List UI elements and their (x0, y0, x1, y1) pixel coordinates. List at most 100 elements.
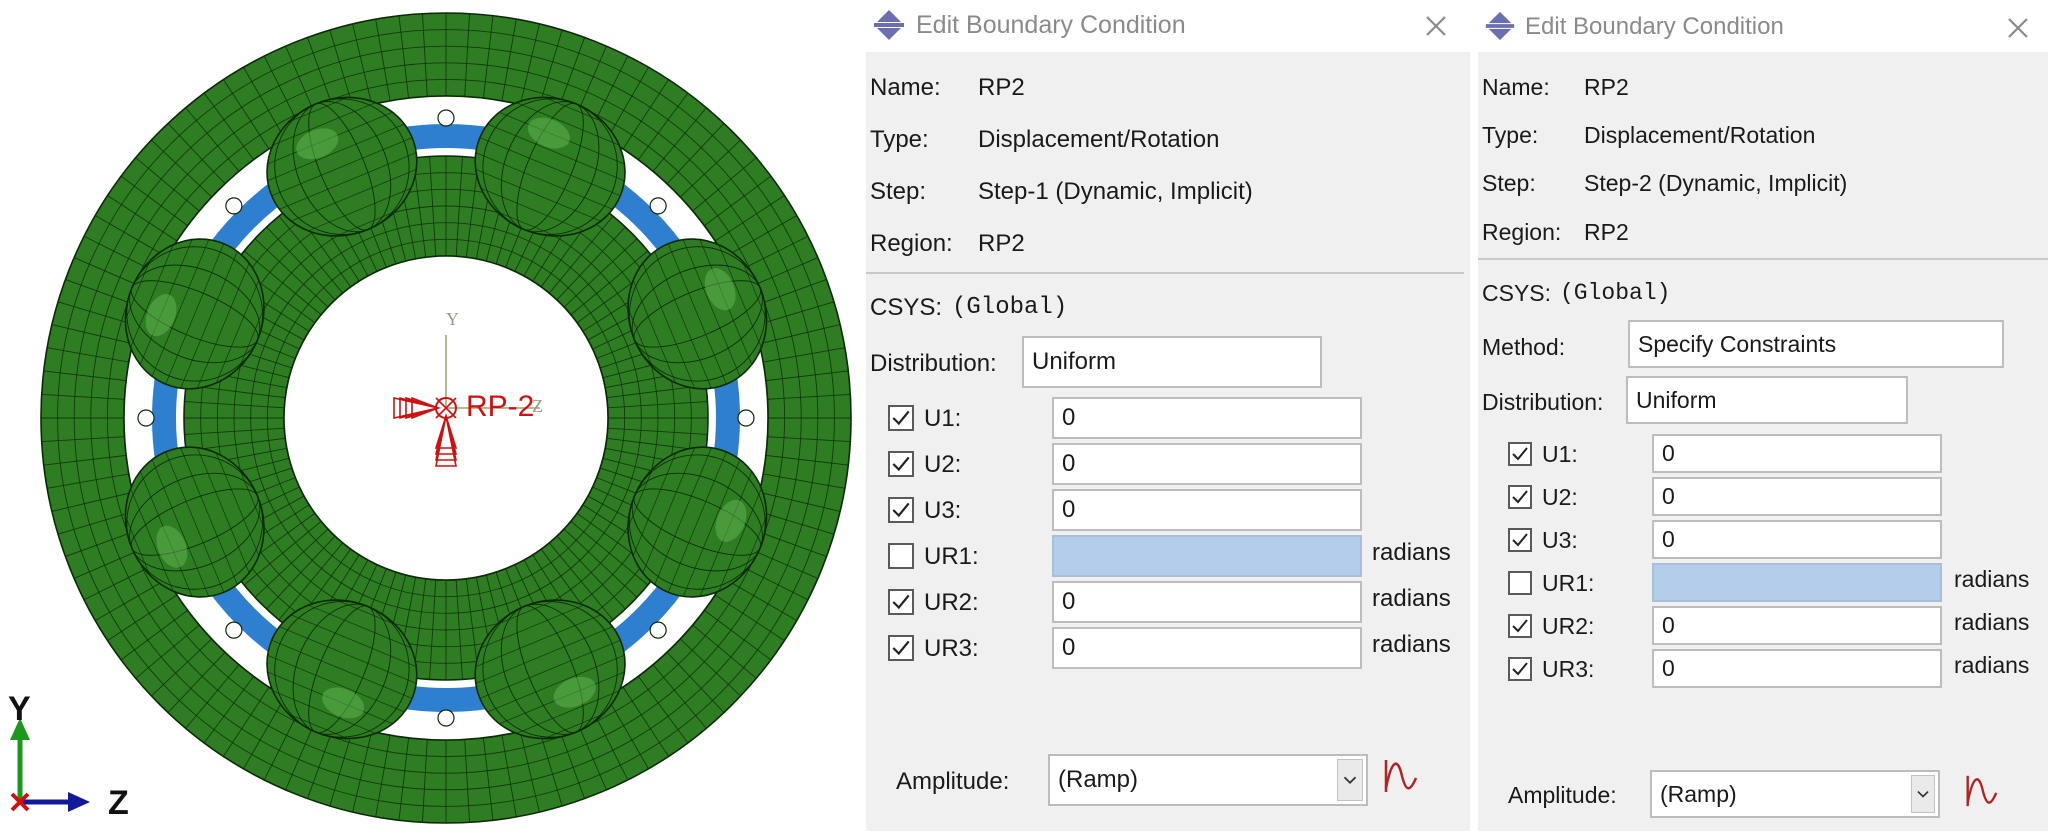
name-value: RP2 (1584, 74, 1629, 100)
checkbox-u1[interactable] (888, 405, 914, 431)
checkbox-ur1[interactable] (1508, 570, 1532, 595)
dialog-titlebar[interactable]: Edit Boundary Condition (1478, 0, 2048, 52)
type-value: Displacement/Rotation (1584, 122, 1816, 148)
checkbox-ur2[interactable] (1508, 613, 1532, 638)
amplitude-select[interactable]: (Ramp) (1650, 770, 1940, 818)
unit-label: radians (1372, 585, 1451, 612)
dof-input-u2[interactable]: 0 (1052, 443, 1362, 485)
dof-input-u2[interactable]: 0 (1652, 477, 1942, 516)
checkmark-icon (1512, 661, 1528, 675)
checkmark-icon (892, 456, 910, 472)
unit-label: radians (1372, 631, 1451, 658)
method-select[interactable]: Specify Constraints (1628, 320, 2004, 368)
create-amplitude-icon[interactable] (1380, 756, 1420, 796)
step-value: Step-2 (Dynamic, Implicit) (1584, 170, 1848, 196)
dof-input-ur1 (1052, 535, 1362, 577)
triad-z-label: Z (108, 784, 129, 822)
checkmark-icon (892, 410, 910, 426)
dof-label-u3: U3: (924, 497, 962, 524)
dof-label-u2: U2: (1542, 484, 1578, 510)
csys-label: CSYS: (870, 294, 943, 321)
distribution-label: Distribution: (870, 350, 997, 377)
dof-input-ur1 (1652, 563, 1942, 602)
dof-input-u3[interactable]: 0 (1052, 489, 1362, 531)
checkbox-u2[interactable] (888, 451, 914, 477)
dialog-title: Edit Boundary Condition (916, 11, 1186, 39)
create-amplitude-icon[interactable] (1962, 772, 2000, 810)
dof-label-u3: U3: (1542, 527, 1578, 553)
checkmark-icon (892, 594, 910, 610)
reference-point-label: RP-2 (466, 390, 534, 423)
unit-label: radians (1372, 539, 1451, 566)
edit-boundary-condition-dialog-step2: Edit Boundary Condition Name: RP2 Type: … (1478, 0, 2048, 831)
amplitude-label: Amplitude: (896, 768, 1010, 795)
csys-value: (Global) (952, 294, 1068, 321)
checkmark-icon (1512, 618, 1528, 632)
dof-input-ur2[interactable]: 0 (1052, 581, 1362, 623)
global-axis-triad: Y Z X (8, 690, 129, 822)
distribution-label: Distribution: (1482, 389, 1604, 415)
abaqus-app-icon (1485, 11, 1515, 41)
unit-label: radians (1954, 609, 2030, 635)
checkbox-ur3[interactable] (1508, 656, 1532, 681)
dof-input-u3[interactable]: 0 (1652, 520, 1942, 559)
name-label: Name: (1482, 74, 1550, 100)
close-icon[interactable] (2006, 16, 2030, 40)
region-label: Region: (870, 230, 953, 257)
dof-label-ur3: UR3: (924, 635, 979, 662)
amplitude-dropdown-button[interactable] (1337, 759, 1363, 801)
dialog-title: Edit Boundary Condition (1525, 13, 1784, 40)
edit-boundary-condition-dialog-step1: Edit Boundary Condition Name: RP2 Type: … (866, 0, 1470, 831)
dof-input-u1[interactable]: 0 (1052, 397, 1362, 439)
dof-input-ur2[interactable]: 0 (1652, 606, 1942, 645)
model-viewport[interactable]: Y Z RP-2 Y Z X (0, 0, 860, 831)
type-label: Type: (1482, 122, 1539, 148)
csys-value: (Global) (1560, 280, 1671, 306)
checkbox-u2[interactable] (1508, 484, 1532, 509)
triad-y-label: Y (8, 690, 31, 728)
unit-label: radians (1954, 566, 2030, 592)
checkbox-u3[interactable] (888, 497, 914, 523)
dof-label-u1: U1: (1542, 441, 1578, 467)
dof-label-ur3: UR3: (1542, 656, 1595, 682)
dialog-titlebar[interactable]: Edit Boundary Condition (866, 0, 1470, 52)
dof-input-ur3[interactable]: 0 (1052, 627, 1362, 669)
close-icon[interactable] (1424, 14, 1448, 38)
dof-input-ur3[interactable]: 0 (1652, 649, 1942, 688)
region-value: RP2 (978, 230, 1025, 257)
step-label: Step: (870, 178, 927, 205)
name-label: Name: (870, 74, 941, 101)
separator (866, 272, 1464, 274)
checkmark-icon (892, 502, 910, 518)
amplitude-value: (Ramp) (1058, 766, 1139, 793)
rp-local-y-axis-label: Y (446, 309, 459, 329)
dof-label-ur1: UR1: (924, 543, 979, 570)
checkbox-ur1[interactable] (888, 543, 914, 569)
chevron-down-icon (1343, 776, 1357, 785)
region-value: RP2 (1584, 219, 1629, 245)
amplitude-dropdown-button[interactable] (1911, 775, 1935, 813)
checkbox-u3[interactable] (1508, 527, 1532, 552)
abaqus-app-icon (874, 10, 904, 40)
checkmark-icon (1512, 532, 1528, 546)
dof-label-ur1: UR1: (1542, 570, 1595, 596)
checkbox-ur3[interactable] (888, 635, 914, 661)
type-label: Type: (870, 126, 929, 153)
amplitude-label: Amplitude: (1508, 782, 1617, 808)
checkmark-icon (1512, 489, 1528, 503)
chevron-down-icon (1917, 790, 1929, 798)
checkbox-ur2[interactable] (888, 589, 914, 615)
dof-input-u1[interactable]: 0 (1652, 434, 1942, 473)
checkmark-icon (892, 640, 910, 656)
dof-label-ur2: UR2: (924, 589, 979, 616)
unit-label: radians (1954, 652, 2030, 678)
distribution-select[interactable]: Uniform (1022, 336, 1322, 388)
amplitude-select[interactable]: (Ramp) (1048, 754, 1368, 806)
csys-label: CSYS: (1482, 280, 1552, 306)
type-value: Displacement/Rotation (978, 126, 1220, 153)
amplitude-value: (Ramp) (1660, 780, 1737, 807)
distribution-select[interactable]: Uniform (1626, 376, 1908, 424)
dof-label-ur2: UR2: (1542, 613, 1595, 639)
checkbox-u1[interactable] (1508, 441, 1532, 466)
step-value: Step-1 (Dynamic, Implicit) (978, 178, 1253, 205)
